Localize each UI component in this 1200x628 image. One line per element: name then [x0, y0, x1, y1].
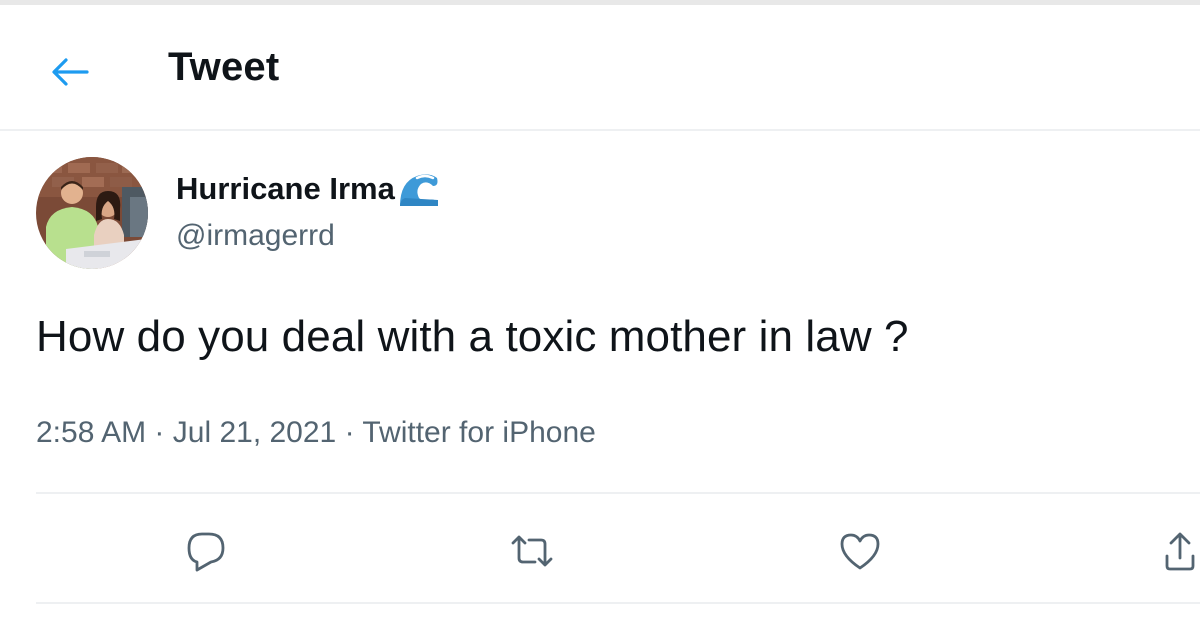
share-icon: [1165, 532, 1195, 571]
like-button[interactable]: [834, 525, 886, 577]
divider: [36, 602, 1200, 604]
author-handle[interactable]: @irmagerrd: [176, 219, 335, 253]
page-title: Tweet: [168, 45, 280, 89]
tweet-time[interactable]: 2:58 AM: [36, 416, 146, 449]
retweet-button[interactable]: [506, 525, 558, 577]
water-wave-emoji: [399, 174, 438, 206]
like-icon: [840, 533, 880, 570]
reply-icon: [187, 532, 225, 572]
arrow-left-icon: [52, 58, 89, 86]
reply-button[interactable]: [180, 525, 232, 577]
tweet-page: Tweet Hurricane Irma @irmagerrd How do y…: [0, 0, 1200, 628]
author-name[interactable]: Hurricane Irma: [176, 170, 441, 208]
tweet-source[interactable]: Twitter for iPhone: [362, 416, 595, 449]
display-name-text: Hurricane Irma: [176, 171, 395, 206]
share-button[interactable]: [1160, 525, 1200, 577]
back-button[interactable]: [44, 49, 96, 95]
tweet-date[interactable]: Jul 21, 2021: [173, 416, 336, 449]
tweet-text: How do you deal with a toxic mother in l…: [36, 312, 909, 361]
divider: [36, 492, 1200, 494]
meta-separator: ·: [154, 416, 165, 449]
meta-separator: ·: [344, 416, 355, 449]
avatar[interactable]: [36, 157, 148, 269]
avatar-photo: [36, 157, 148, 269]
retweet-icon: [511, 535, 553, 567]
tweet-meta: 2:58 AM · Jul 21, 2021 · Twitter for iPh…: [36, 416, 596, 450]
header-bar: Tweet: [0, 5, 1200, 131]
